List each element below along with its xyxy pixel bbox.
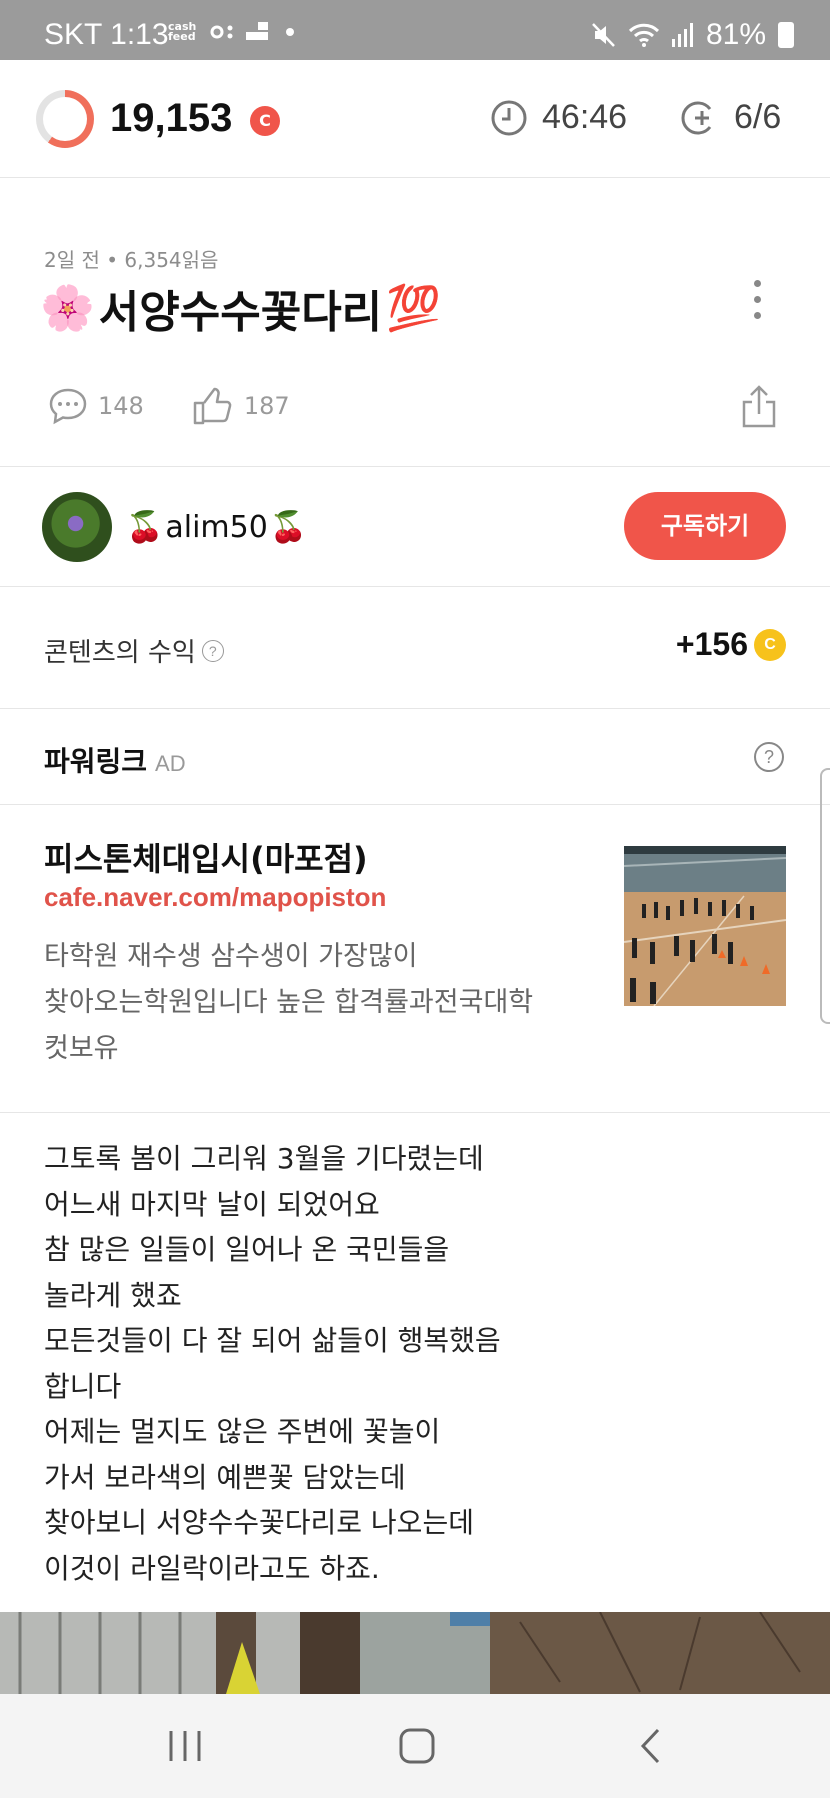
post-meta: 2일 전 • 6,354읽음	[44, 248, 219, 272]
ad-desc-line: 찾아오는학원입니다 높은 합격률과전국대학	[44, 987, 534, 1018]
body-line: 놀라게 했죠	[44, 1278, 182, 1312]
gym-photo-image	[624, 846, 786, 1006]
divider	[0, 804, 830, 805]
post-title: 서양수수꽃다리	[98, 287, 383, 338]
author-name: alim50	[165, 510, 268, 545]
divider	[0, 586, 830, 587]
body-line: 찾아보니 서양수수꽃다리로 나오는데	[44, 1506, 474, 1539]
status-bar: SKT 1:13 cash feed 81%	[0, 0, 830, 60]
signal-icon	[671, 23, 693, 47]
cashfeed-icon: cash feed	[168, 20, 197, 43]
author-name-group[interactable]: 🍒 alim50 🍒	[126, 510, 307, 545]
timer-group[interactable]: 46:46	[490, 98, 627, 137]
divider	[0, 466, 830, 467]
title-emoji-left: 🌸	[40, 283, 95, 334]
status-right: 81%	[592, 18, 794, 52]
flower-garden-image	[0, 1612, 830, 1694]
like-count: 187	[243, 392, 290, 420]
body-line: 합니다	[44, 1369, 122, 1403]
powerlink-title: 파워링크	[44, 745, 148, 778]
clock-icon	[491, 100, 527, 135]
author-emoji-right: 🍒	[269, 510, 308, 545]
count-value: 6/6	[734, 98, 782, 136]
body-line: 어느새 마지막 날이 되었어요	[44, 1187, 380, 1221]
body-line: 모든것들이 다 잘 되어 삶들이 행복했음	[44, 1324, 501, 1357]
coin-plus-icon	[681, 101, 712, 134]
body-line: 참 많은 일들이 일어나 온 국민들을	[44, 1233, 450, 1266]
back-icon	[640, 1728, 660, 1764]
body-line: 이것이 라일락이라고도 하죠.	[44, 1551, 380, 1585]
post-title-row: 🌸 서양수수꽃다리 💯	[40, 276, 441, 340]
stack-icon	[246, 22, 268, 40]
divider	[0, 708, 830, 709]
coin-count-group[interactable]: 6/6	[680, 98, 781, 137]
mute-icon	[592, 23, 615, 47]
revenue-value: +156	[675, 626, 748, 662]
avatar[interactable]	[42, 492, 112, 562]
like-button[interactable]: 187	[192, 386, 290, 426]
ad-tag: AD	[155, 751, 186, 776]
post-body: 그토록 봄이 그리워 3월을 기다렸는데 어느새 마지막 날이 되었어요 참 많…	[44, 1136, 501, 1591]
share-icon	[742, 385, 776, 428]
ad-url[interactable]: cafe.naver.com/mapopiston	[44, 882, 386, 913]
more-vert-icon[interactable]	[752, 280, 762, 326]
powerlink-header: 파워링크 AD	[44, 740, 186, 780]
ad-description[interactable]: 타학원 재수생 삼수생이 가장많이 찾아오는학원입니다 높은 합격률과전국대학 …	[44, 934, 604, 1072]
body-line: 가서 보라색의 예쁜꽃 담았는데	[44, 1460, 406, 1494]
status-left-icons: cash feed	[168, 20, 294, 43]
title-emoji-right: 💯	[386, 283, 441, 334]
battery-percent: 81%	[705, 18, 766, 51]
revenue-label: 콘텐츠의 수익	[44, 638, 196, 668]
recents-button[interactable]	[160, 1724, 210, 1768]
recents-icon	[169, 1731, 201, 1761]
divider	[0, 1112, 830, 1113]
progress-ring	[36, 90, 94, 148]
post-actions: 148 187	[48, 386, 338, 426]
post-photo-image[interactable]	[0, 1612, 830, 1694]
points-value: 19,153	[110, 96, 233, 140]
powerlink-help-icon[interactable]: ?	[754, 742, 784, 772]
help-icon[interactable]: ?	[201, 639, 224, 662]
coin-icon: C	[754, 628, 786, 661]
ad-title[interactable]: 피스톤체대입시(마포점)	[44, 834, 368, 880]
comment-count: 148	[98, 392, 144, 420]
comment-button[interactable]: 148	[48, 387, 144, 425]
points-badge-icon: C	[250, 106, 280, 136]
revenue-value-group: +156 C	[676, 626, 786, 663]
body-line: 어제는 멀지도 않은 주변에 꽃놀이	[44, 1415, 441, 1448]
dual-circle-icon	[210, 25, 233, 39]
ad-desc-line: 타학원 재수생 삼수생이 가장많이	[44, 941, 418, 972]
home-button[interactable]	[392, 1724, 442, 1768]
wifi-icon	[628, 23, 660, 47]
status-time: SKT 1:13	[44, 18, 169, 51]
share-button[interactable]	[740, 384, 778, 432]
revenue-label-group: 콘텐츠의 수익 ?	[44, 632, 224, 669]
ad-thumbnail-image[interactable]	[624, 846, 786, 1006]
system-nav-bar	[0, 1694, 830, 1798]
comment-icon	[49, 388, 87, 425]
body-line: 그토록 봄이 그리워 3월을 기다렸는데	[44, 1142, 484, 1175]
ad-desc-line: 컷보유	[44, 1033, 119, 1064]
thumbs-up-icon	[193, 387, 232, 425]
notification-dot	[286, 28, 294, 36]
author-emoji-left: 🍒	[126, 510, 164, 545]
home-icon	[399, 1728, 435, 1764]
top-bar: 19,153 C 46:46 6/6	[0, 60, 830, 178]
timer-value: 46:46	[542, 98, 628, 136]
back-button[interactable]	[626, 1724, 676, 1768]
battery-icon	[778, 22, 794, 48]
scrollbar[interactable]	[820, 768, 830, 1024]
subscribe-button[interactable]: 구독하기	[624, 492, 786, 560]
